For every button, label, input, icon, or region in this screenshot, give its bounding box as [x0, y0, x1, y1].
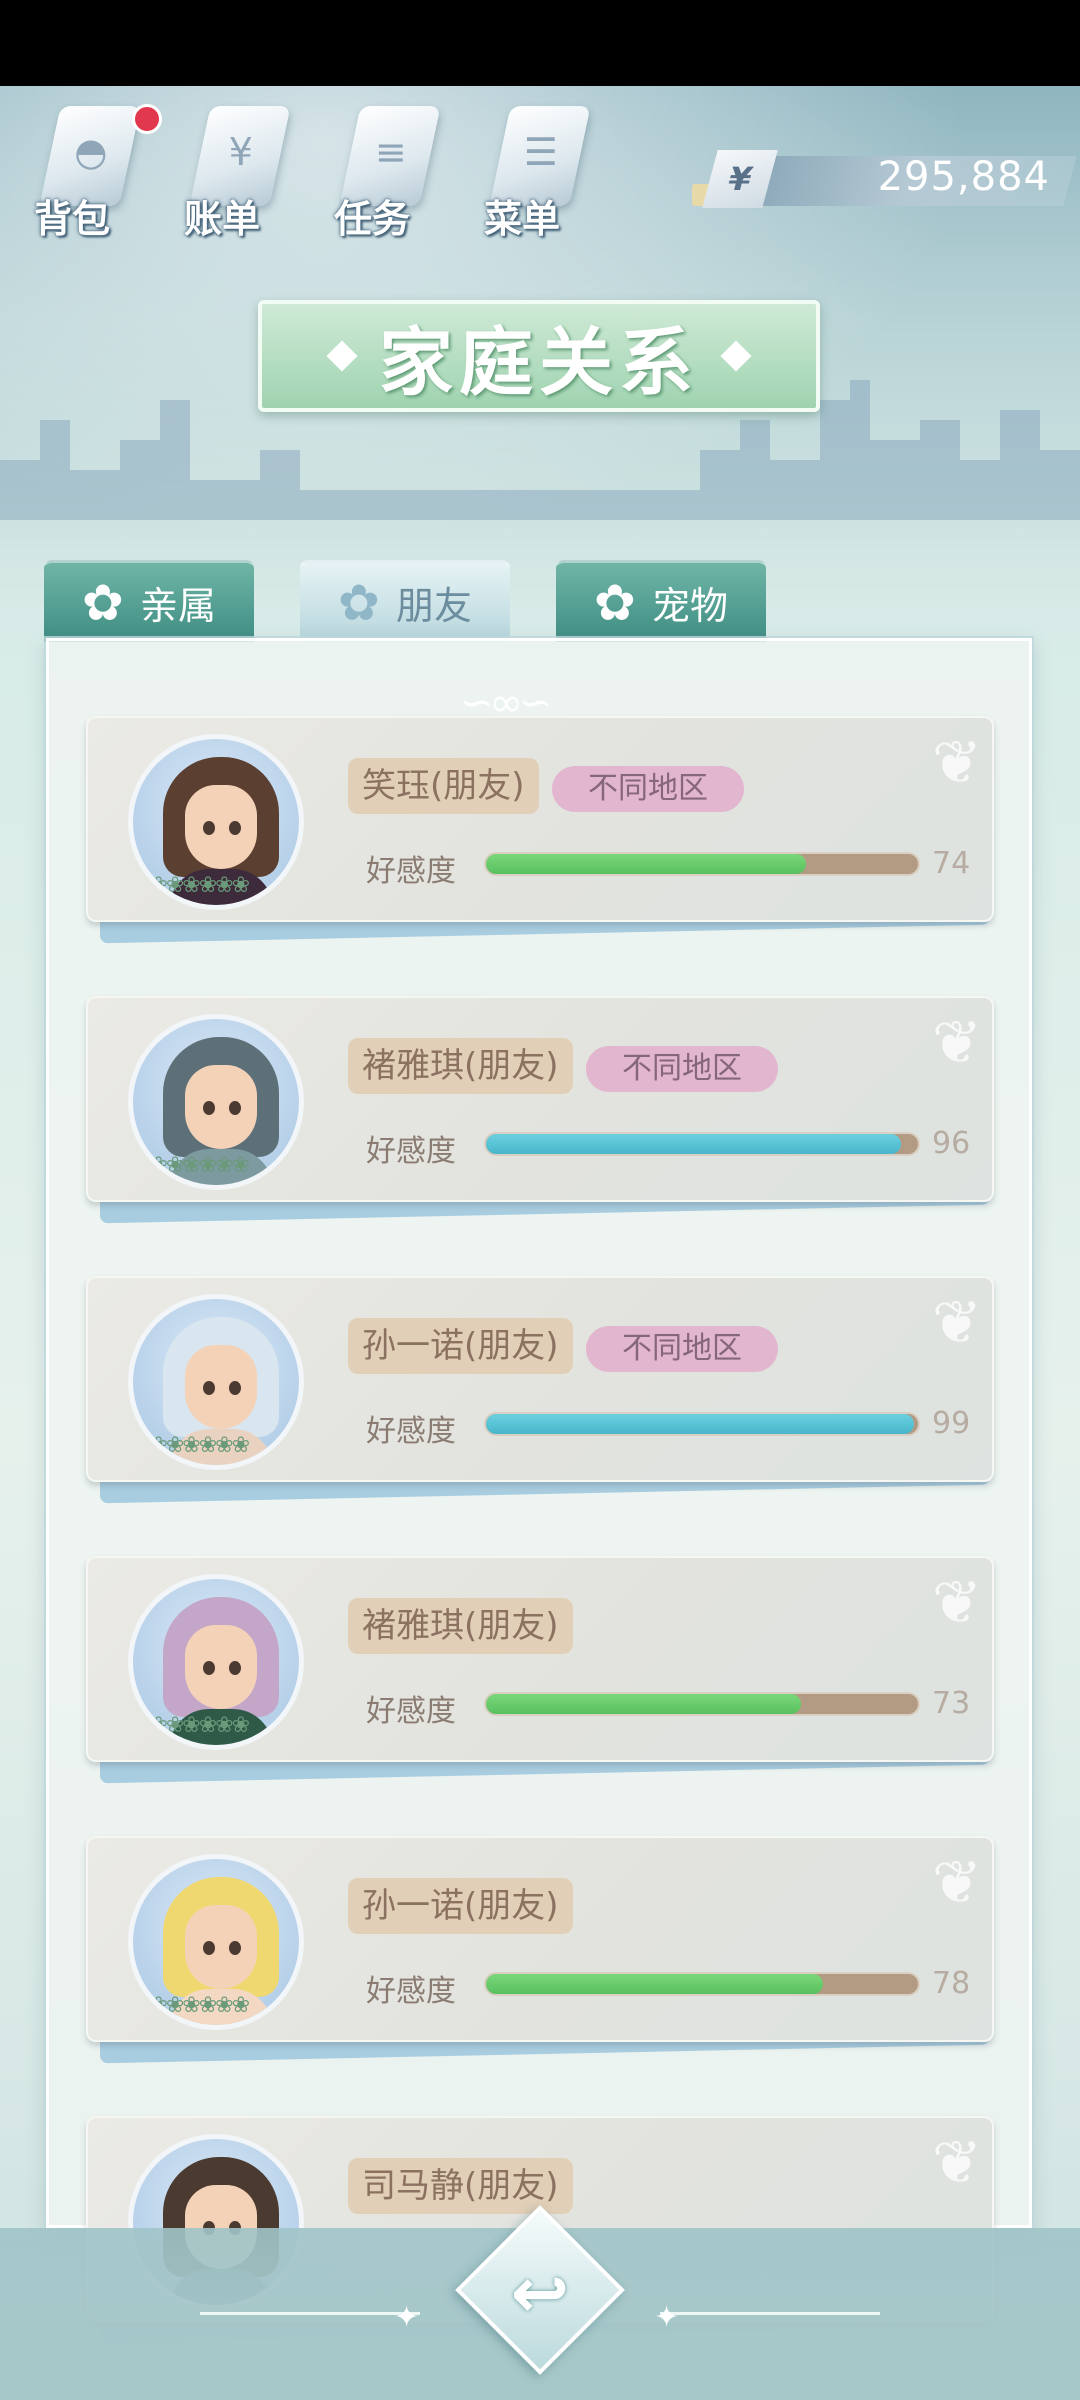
favor-value: 99	[932, 1406, 971, 1441]
favor-bar	[484, 1692, 920, 1716]
diamond-icon	[720, 340, 752, 372]
friend-card[interactable]: ❦ ❀❀❀❀❀❀❀ 笑珏(朋友) 不同地区 好感度 74	[86, 716, 996, 944]
tab-friends[interactable]: ✿ 朋友	[300, 560, 510, 642]
tab-pets-label: 宠物	[651, 584, 728, 628]
favor-bar	[484, 1972, 920, 1996]
avatar: ❀❀❀❀❀❀❀	[128, 1854, 304, 2030]
avatar: ❀❀❀❀❀❀❀	[128, 1574, 304, 1750]
nav-bill[interactable]: ¥ 账单	[170, 96, 291, 246]
favor-fill	[486, 1694, 802, 1714]
top-nav: ◓ 背包 ¥ 账单 ≡ 任务 ☰ 菜单	[20, 96, 591, 246]
nav-menu-label: 菜单	[484, 197, 561, 241]
diamond-icon	[326, 340, 358, 372]
region-badge: 不同地区	[552, 766, 744, 812]
favor-label: 好感度	[366, 1134, 456, 1169]
flower-icon: ✿	[594, 573, 636, 632]
region-badge: 不同地区	[586, 1046, 778, 1092]
friend-card[interactable]: ❦ ❀❀❀❀❀❀❀ 孙一诺(朋友) 不同地区 好感度 99	[86, 1276, 996, 1504]
leaf-ornament-icon: ❦	[931, 1848, 982, 1918]
favor-value: 78	[932, 1966, 971, 2001]
favor-value: 74	[932, 846, 971, 881]
avatar: ❀❀❀❀❀❀❀	[128, 734, 304, 910]
favor-bar	[484, 852, 920, 876]
tab-relatives-label: 亲属	[139, 584, 216, 628]
nav-task-label: 任务	[334, 197, 411, 241]
favor-fill	[486, 854, 806, 874]
favor-label: 好感度	[366, 854, 456, 889]
page-title: 家庭关系	[258, 300, 820, 412]
favor-value: 96	[932, 1126, 971, 1161]
tab-bar: ✿ 亲属 ✿ 朋友 ✿ 宠物	[44, 560, 766, 642]
tab-friends-label: 朋友	[395, 584, 472, 628]
nav-menu[interactable]: ☰ 菜单	[470, 96, 591, 246]
nav-bill-label: 账单	[184, 197, 261, 241]
friend-name: 褚雅琪(朋友)	[348, 1598, 573, 1654]
flower-icon: ✿	[82, 573, 124, 632]
page-title-text: 家庭关系	[379, 319, 699, 406]
favor-label: 好感度	[366, 1974, 456, 2009]
tab-pets[interactable]: ✿ 宠物	[556, 560, 766, 642]
friend-card[interactable]: ❦ ❀❀❀❀❀❀❀ 褚雅琪(朋友) 不同地区 好感度 96	[86, 996, 996, 1224]
leaf-ornament-icon: ❦	[931, 2128, 982, 2198]
vine-icon: ❀❀❀❀❀❀❀	[133, 873, 250, 898]
favor-label: 好感度	[366, 1414, 456, 1449]
favor-bar	[484, 1412, 920, 1436]
currency-display: ¥ 295,884	[690, 150, 1077, 210]
flower-icon: ✿	[338, 573, 380, 632]
vine-icon: ❀❀❀❀❀❀❀	[133, 1153, 250, 1178]
favor-label: 好感度	[366, 1694, 456, 1729]
sparkle-icon: ✦	[654, 2300, 680, 2335]
nav-bag[interactable]: ◓ 背包	[20, 96, 162, 246]
sparkle-icon: ✦	[394, 2300, 420, 2335]
region-badge: 不同地区	[586, 1326, 778, 1372]
friend-name: 褚雅琪(朋友)	[348, 1038, 573, 1094]
avatar: ❀❀❀❀❀❀❀	[128, 1014, 304, 1190]
favor-fill	[486, 1974, 823, 1994]
favor-value: 73	[932, 1686, 971, 1721]
nav-bag-label: 背包	[34, 197, 111, 241]
favor-bar	[484, 1132, 920, 1156]
leaf-ornament-icon: ❦	[931, 1288, 982, 1358]
friend-name: 孙一诺(朋友)	[348, 1878, 573, 1934]
vine-icon: ❀❀❀❀❀❀❀	[133, 1433, 250, 1458]
status-bar	[0, 0, 1080, 86]
notification-badge	[132, 104, 162, 134]
vine-icon: ❀❀❀❀❀❀❀	[133, 1993, 250, 2018]
tab-relatives[interactable]: ✿ 亲属	[44, 560, 254, 642]
avatar: ❀❀❀❀❀❀❀	[128, 1294, 304, 1470]
leaf-ornament-icon: ❦	[931, 728, 982, 798]
friend-name: 孙一诺(朋友)	[348, 1318, 573, 1374]
favor-fill	[486, 1414, 914, 1434]
currency-amount: 295,884	[877, 154, 1050, 200]
back-arrow-icon[interactable]: ↩	[508, 2252, 572, 2334]
leaf-ornament-icon: ❦	[931, 1568, 982, 1638]
friend-name: 笑珏(朋友)	[348, 758, 539, 814]
friend-card[interactable]: ❦ ❀❀❀❀❀❀❀ 褚雅琪(朋友) 好感度 73	[86, 1556, 996, 1784]
vine-icon: ❀❀❀❀❀❀❀	[133, 1713, 250, 1738]
leaf-ornament-icon: ❦	[931, 1008, 982, 1078]
nav-task[interactable]: ≡ 任务	[320, 96, 441, 246]
favor-fill	[486, 1134, 901, 1154]
friend-card[interactable]: ❦ ❀❀❀❀❀❀❀ 孙一诺(朋友) 好感度 78	[86, 1836, 996, 2064]
